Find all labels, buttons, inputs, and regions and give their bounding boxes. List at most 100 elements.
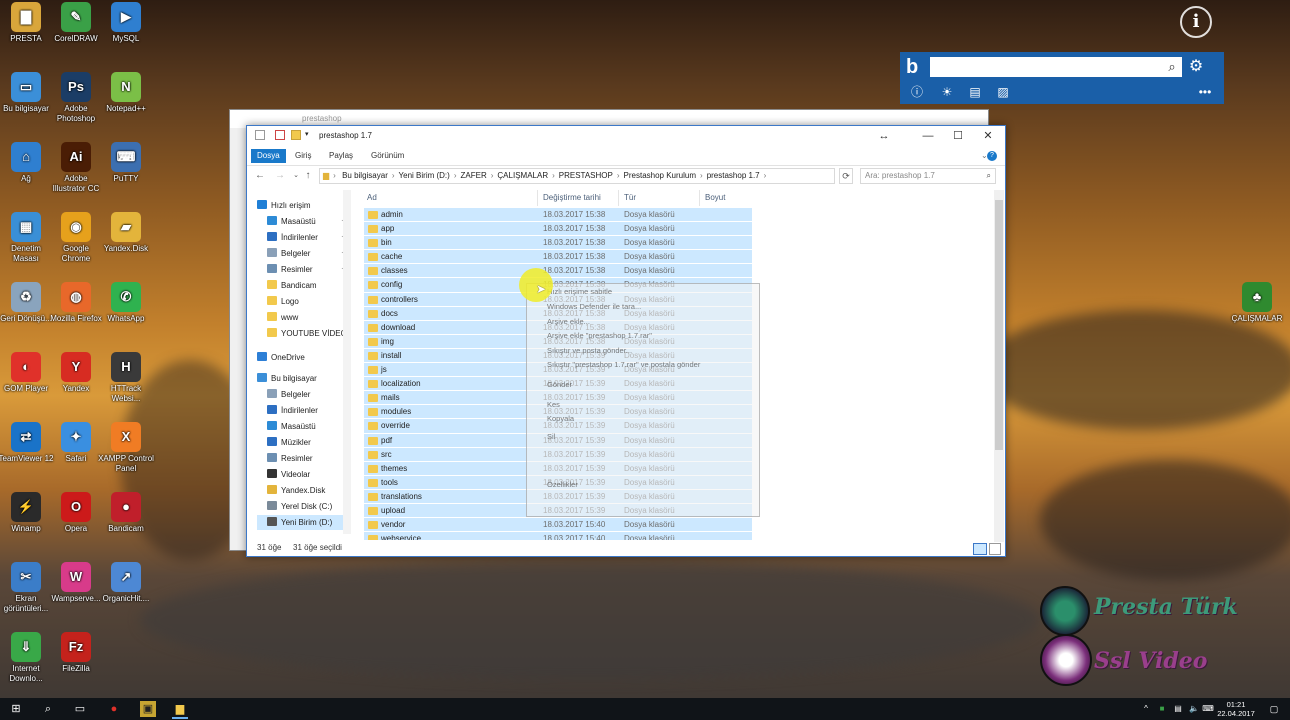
nav-item[interactable]: Masaüstü✦ <box>267 214 347 229</box>
desktop-icon[interactable]: ⇓ Internet Downlo... <box>0 632 54 684</box>
start-windows-icon[interactable]: ⊞ <box>8 701 24 717</box>
breadcrumb-item[interactable]: Bu bilgisayar <box>339 169 391 183</box>
desktop-icon[interactable]: ⇄ TeamViewer 12 <box>0 422 54 464</box>
task-view-icon[interactable]: ▭ <box>72 701 88 717</box>
nav-item[interactable]: Masaüstü <box>267 419 316 434</box>
desktop-icon[interactable]: X XAMPP Control Panel <box>98 422 154 474</box>
table-row[interactable]: vendor 18.03.2017 15:40 Dosya klasörü <box>364 518 752 533</box>
close-button[interactable]: ✕ <box>973 126 1003 146</box>
nav-item[interactable]: OneDrive <box>257 350 305 365</box>
context-menu-item[interactable]: Özellikler <box>547 480 578 489</box>
nav-item[interactable]: Belgeler <box>267 387 310 402</box>
desktop-icon[interactable]: N Notepad++ <box>98 72 154 114</box>
nav-item[interactable]: Bandicam <box>267 278 317 293</box>
minimize-button[interactable]: — <box>913 126 943 146</box>
desktop-icon[interactable]: ◉ Google Chrome <box>48 212 104 264</box>
breadcrumb-item[interactable]: Yeni Birim (D:) <box>396 169 453 183</box>
tab-gorunum[interactable]: Görünüm <box>365 149 410 163</box>
context-menu[interactable]: Hızlı erişime sabitle Windows Defender il… <box>526 283 760 517</box>
desktop-icon[interactable]: ↗ OrganicHit.... <box>98 562 154 604</box>
breadcrumb-item[interactable]: Prestashop Kurulum <box>621 169 699 183</box>
maximize-button[interactable]: ☐ <box>943 126 973 146</box>
column-header-size[interactable]: Boyut <box>705 190 725 206</box>
breadcrumb[interactable]: ▆ › Bu bilgisayar › Yeni Birim (D:) › ZAFER › Ç… <box>319 168 835 184</box>
nav-item[interactable]: Yandex.Disk <box>267 483 325 498</box>
tray-app-icon[interactable]: ■ <box>1154 701 1170 717</box>
chevron-down-icon[interactable]: ▾ <box>305 130 315 140</box>
scrollbar-thumb[interactable] <box>995 200 1003 450</box>
app-taskbar-icon[interactable]: ▣ <box>140 701 156 717</box>
breadcrumb-item[interactable]: PRESTASHOP <box>556 169 616 183</box>
nav-item[interactable]: Yerel Disk (C:) <box>267 499 332 514</box>
info-circle-icon[interactable]: ⓘ <box>908 84 926 100</box>
breadcrumb-item[interactable]: ZAFER <box>458 169 490 183</box>
nav-item[interactable]: Logo <box>267 294 299 309</box>
gear-icon[interactable]: ⚙ <box>1186 57 1206 77</box>
nav-item[interactable]: Resimler <box>267 451 313 466</box>
file-list-scrollbar[interactable] <box>994 190 1004 542</box>
search-input[interactable]: Ara: prestashop 1.7 ⌕ <box>860 168 996 184</box>
desktop-icon[interactable]: ✎ CorelDRAW <box>48 2 104 44</box>
table-row[interactable]: classes 18.03.2017 15:38 Dosya klasörü <box>364 264 752 279</box>
refresh-icon[interactable]: ⟳ <box>839 168 853 184</box>
desktop-icon[interactable]: ◐ GOM Player <box>0 352 54 394</box>
desktop-icon[interactable]: ● Bandicam <box>98 492 154 534</box>
desktop-icon[interactable]: Ai Adobe Illustrator CC <box>48 142 104 194</box>
new-folder-icon[interactable] <box>291 130 301 140</box>
more-icon[interactable]: ••• <box>1196 84 1214 100</box>
tab-dosya[interactable]: Dosya <box>251 149 286 163</box>
clock[interactable]: 01:21 22.04.2017 <box>1214 700 1258 718</box>
nav-item[interactable]: Müzikler <box>267 435 311 450</box>
context-menu-item[interactable]: Kopyala <box>547 414 574 423</box>
nav-scrollbar[interactable] <box>343 190 351 534</box>
nav-item[interactable]: YOUTUBE VİDEO <box>267 326 347 341</box>
nav-item[interactable]: Hızlı erişim <box>257 198 311 213</box>
notifications-icon[interactable]: ▢ <box>1266 701 1282 717</box>
properties-icon[interactable] <box>275 130 285 140</box>
nav-item[interactable]: www <box>267 310 298 325</box>
context-menu-item[interactable]: Sıkıştır "prestashop 1.7.rar" ve postala… <box>547 360 700 369</box>
nav-item[interactable]: Videolar <box>267 467 310 482</box>
tab-giris[interactable]: Giriş <box>289 149 317 163</box>
news-icon[interactable]: ▤ <box>966 84 984 100</box>
nav-item[interactable]: Yeni Birim (D:) <box>257 515 351 530</box>
tiles-view-icon[interactable] <box>989 543 1001 555</box>
desktop-icon[interactable]: ◍ Mozilla Firefox <box>48 282 104 324</box>
breadcrumb-item[interactable]: prestashop 1.7 <box>704 169 763 183</box>
nav-item[interactable]: İndirilenler✦ <box>267 230 347 245</box>
nav-item[interactable]: Bu bilgisayar <box>257 371 317 386</box>
info-icon[interactable]: i <box>1180 6 1212 38</box>
context-menu-item[interactable]: Arşive ekle... <box>547 317 590 326</box>
tab-paylas[interactable]: Paylaş <box>323 149 359 163</box>
breadcrumb-separator[interactable]: › <box>763 169 768 183</box>
context-menu-item[interactable]: Kes <box>547 400 560 409</box>
desktop-icon[interactable]: ▰ Yandex.Disk <box>98 212 154 254</box>
context-menu-item[interactable]: Windows Defender ile tara... <box>547 302 641 311</box>
desktop-icon[interactable]: Y Yandex <box>48 352 104 394</box>
help-icon[interactable]: ? <box>987 151 997 161</box>
desktop-icon[interactable]: ♻ Geri Dönüşü... <box>0 282 54 324</box>
table-row[interactable]: cache 18.03.2017 15:38 Dosya klasörü <box>364 250 752 265</box>
search-icon[interactable]: ⌕ <box>40 701 56 717</box>
bing-search-input[interactable] <box>930 57 1182 77</box>
desktop-icon[interactable]: Ps Adobe Photoshop <box>48 72 104 124</box>
desktop-icon[interactable]: ⚡ Winamp <box>0 492 54 534</box>
desktop-icon[interactable]: O Opera <box>48 492 104 534</box>
context-menu-item[interactable]: Hızlı erişime sabitle <box>547 287 612 296</box>
table-row[interactable]: app 18.03.2017 15:38 Dosya klasörü <box>364 222 752 237</box>
desktop-icon[interactable]: W Wampserve... <box>48 562 104 604</box>
context-menu-item[interactable]: Arşive ekle "prestashop 1.7.rar" <box>547 331 652 340</box>
breadcrumb-item[interactable]: ÇALIŞMALAR <box>494 169 551 183</box>
context-menu-item[interactable]: Sil <box>547 432 555 441</box>
desktop-icon-calismalar[interactable]: ♣ ÇALIŞMALAR <box>1229 282 1285 324</box>
desktop-icon[interactable]: Fz FileZilla <box>48 632 104 674</box>
desktop-icon[interactable]: ⌂ Ağ <box>0 142 54 184</box>
desktop-icon[interactable]: ✂ Ekran görüntüleri... <box>0 562 54 614</box>
quick-access-folder-icon[interactable] <box>255 130 265 140</box>
image-icon[interactable]: ▨ <box>994 84 1012 100</box>
column-header-type[interactable]: Tür <box>624 190 636 206</box>
table-row[interactable]: admin 18.03.2017 15:38 Dosya klasörü <box>364 208 752 223</box>
weather-icon[interactable]: ☀ <box>938 84 956 100</box>
network-icon[interactable]: ▤ <box>1170 701 1186 717</box>
back-arrow-icon[interactable]: ← <box>253 169 267 183</box>
